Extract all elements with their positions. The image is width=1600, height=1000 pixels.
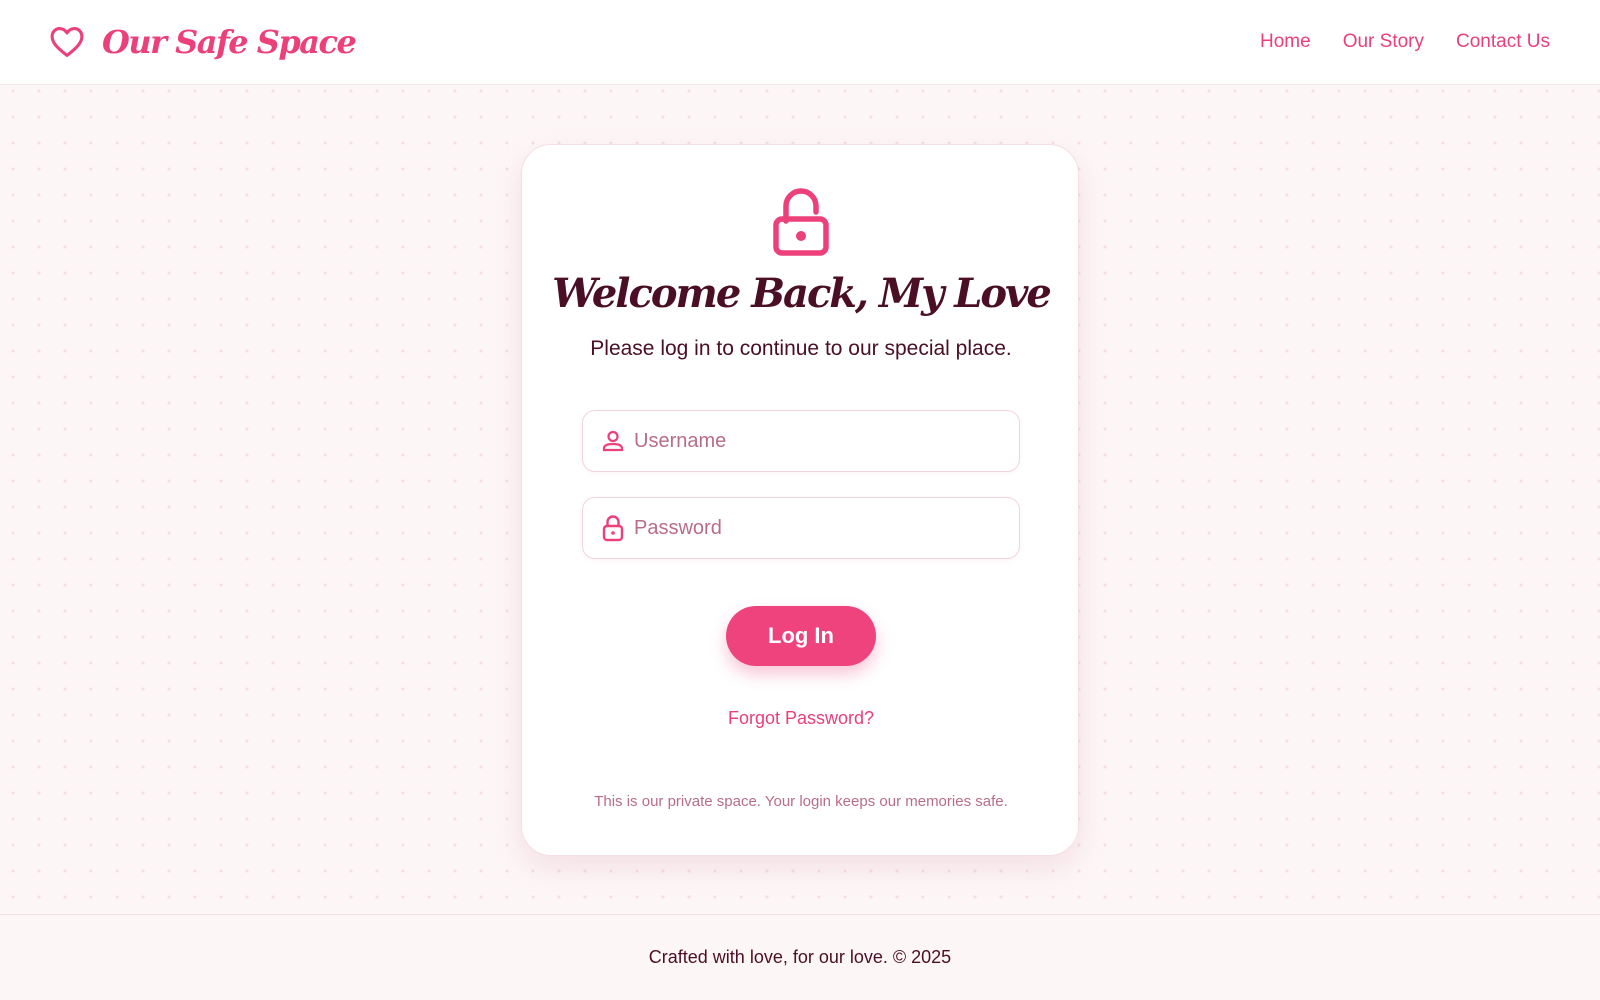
- password-input[interactable]: [634, 516, 1014, 540]
- password-field[interactable]: [582, 497, 1020, 559]
- username-field[interactable]: [582, 410, 1020, 472]
- username-input[interactable]: [634, 429, 1014, 453]
- main-nav: Home Our Story Contact Us: [1260, 31, 1550, 53]
- brand-name: Our Safe Space: [102, 23, 357, 61]
- site-header: Our Safe Space Home Our Story Contact Us: [0, 0, 1600, 85]
- login-button[interactable]: Log In: [726, 606, 876, 666]
- nav-home[interactable]: Home: [1260, 31, 1311, 53]
- footer-text: Crafted with love, for our love. © 2025: [648, 947, 952, 967]
- brand[interactable]: Our Safe Space: [50, 23, 357, 61]
- page-title: Welcome Back, My Love: [552, 270, 1052, 317]
- lock-open-icon: [767, 187, 835, 257]
- page-subtitle: Please log in to continue to our special…: [590, 337, 1012, 360]
- nav-our-story[interactable]: Our Story: [1343, 31, 1424, 53]
- user-icon: [600, 428, 626, 454]
- site-footer: Crafted with love, for our love. © 2025: [0, 914, 1600, 1000]
- nav-contact-us[interactable]: Contact Us: [1456, 31, 1550, 53]
- privacy-note: This is our private space. Your login ke…: [594, 793, 1008, 810]
- lock-icon: [600, 515, 626, 542]
- login-card: Welcome Back, My Love Please log in to c…: [521, 144, 1079, 856]
- heart-icon: [50, 25, 84, 59]
- forgot-password-link[interactable]: Forgot Password?: [522, 708, 1080, 729]
